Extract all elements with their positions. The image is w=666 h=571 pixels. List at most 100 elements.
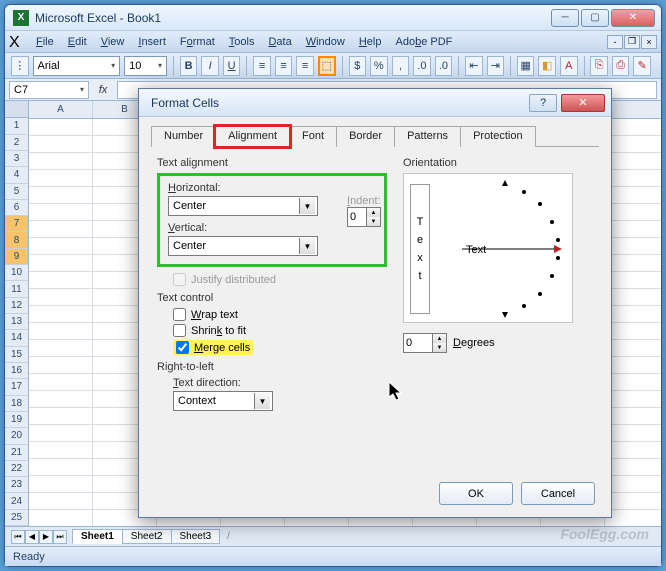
row-header[interactable]: 5 (5, 184, 28, 200)
orientation-arc[interactable]: Text (442, 180, 568, 318)
font-size-combo[interactable]: 10 ▾ (124, 56, 167, 76)
fill-color-button[interactable]: ◧ (538, 56, 556, 76)
horizontal-combo[interactable]: Center ▼ (168, 196, 318, 216)
menu-edit[interactable]: Edit (61, 34, 94, 50)
increase-decimal-button[interactable]: .0 (413, 56, 431, 76)
menu-data[interactable]: Data (261, 34, 298, 50)
decrease-decimal-button[interactable]: .0 (435, 56, 453, 76)
vertical-text-button[interactable]: T e x t (410, 184, 430, 314)
menu-view[interactable]: View (94, 34, 132, 50)
spin-down-icon[interactable]: ▼ (367, 217, 380, 226)
bold-button[interactable]: B (180, 56, 198, 76)
menu-adobe[interactable]: Adobe PDF (388, 34, 459, 50)
menu-format[interactable]: Format (173, 34, 222, 50)
decrease-indent-button[interactable]: ⇤ (465, 56, 483, 76)
increase-indent-button[interactable]: ⇥ (487, 56, 505, 76)
row-header[interactable]: 16 (5, 363, 28, 379)
tab-nav-prev[interactable]: ◀ (25, 530, 39, 544)
row-header[interactable]: 1 (5, 118, 28, 134)
vertical-combo[interactable]: Center ▼ (168, 236, 318, 256)
percent-button[interactable]: % (370, 56, 388, 76)
row-header[interactable]: 14 (5, 330, 28, 346)
row-header[interactable]: 2 (5, 135, 28, 151)
tab-number[interactable]: Number (151, 126, 216, 147)
indent-spinner[interactable]: 0 ▲▼ (347, 207, 381, 227)
row-header[interactable]: 18 (5, 396, 28, 412)
tab-border[interactable]: Border (336, 126, 395, 147)
maximize-button[interactable]: ▢ (581, 9, 609, 27)
spin-down-icon[interactable]: ▼ (433, 343, 446, 352)
menu-window[interactable]: Window (299, 34, 352, 50)
row-header[interactable]: 25 (5, 510, 28, 526)
sheet-tab[interactable]: Sheet3 (171, 529, 221, 544)
row-header[interactable]: 7 (5, 216, 28, 232)
align-center-button[interactable]: ≡ (275, 56, 293, 76)
tab-protection[interactable]: Protection (460, 126, 536, 147)
row-header[interactable]: 3 (5, 151, 28, 167)
merge-center-button[interactable]: ⬚ (318, 56, 336, 76)
orientation-widget[interactable]: T e x t (403, 173, 573, 323)
degrees-spinner[interactable]: 0 ▲▼ (403, 333, 447, 353)
menu-help[interactable]: Help (352, 34, 389, 50)
row-header[interactable]: 23 (5, 477, 28, 493)
name-box[interactable]: C7 ▾ (9, 81, 89, 99)
column-header[interactable]: A (29, 101, 93, 118)
sheet-tab[interactable]: Sheet2 (122, 529, 172, 544)
toolbar-handle-icon[interactable]: ⋮ (11, 56, 29, 76)
fx-button[interactable]: fx (93, 84, 113, 96)
menu-insert[interactable]: Insert (131, 34, 173, 50)
italic-button[interactable]: I (201, 56, 219, 76)
doc-close-button[interactable]: × (641, 35, 657, 49)
tab-nav-last[interactable]: ⏭ (53, 530, 67, 544)
row-header[interactable]: 10 (5, 265, 28, 281)
row-header[interactable]: 11 (5, 281, 28, 297)
cancel-button[interactable]: Cancel (521, 482, 595, 505)
row-header[interactable]: 15 (5, 347, 28, 363)
spin-up-icon[interactable]: ▲ (367, 208, 380, 217)
row-header[interactable]: 22 (5, 461, 28, 477)
align-right-button[interactable]: ≡ (296, 56, 314, 76)
menu-tools[interactable]: Tools (222, 34, 262, 50)
select-all-corner[interactable] (5, 101, 28, 118)
row-header[interactable]: 19 (5, 412, 28, 428)
sheet-tab[interactable]: Sheet1 (72, 529, 123, 544)
doc-restore-button[interactable]: ❐ (624, 35, 640, 49)
row-header[interactable]: 24 (5, 493, 28, 509)
dialog-close-button[interactable]: ✕ (561, 94, 605, 112)
tab-nav-next[interactable]: ▶ (39, 530, 53, 544)
row-header[interactable]: 12 (5, 298, 28, 314)
currency-button[interactable]: $ (349, 56, 367, 76)
underline-button[interactable]: U (223, 56, 241, 76)
doc-minimize-button[interactable]: - (607, 35, 623, 49)
font-name-combo[interactable]: Arial ▾ (33, 56, 121, 76)
font-color-button[interactable]: A (560, 56, 578, 76)
merge-cells-checkbox[interactable] (176, 341, 189, 354)
align-left-button[interactable]: ≡ (253, 56, 271, 76)
pdf-button-2[interactable]: ⎙ (612, 56, 630, 76)
tab-font[interactable]: Font (289, 126, 337, 147)
borders-button[interactable]: ▦ (517, 56, 535, 76)
row-header[interactable]: 20 (5, 428, 28, 444)
tab-patterns[interactable]: Patterns (394, 126, 461, 147)
row-header[interactable]: 13 (5, 314, 28, 330)
pdf-button-1[interactable]: ⎘ (590, 56, 608, 76)
tab-nav-first[interactable]: ⏮ (11, 530, 25, 544)
shrink-to-fit-checkbox[interactable] (173, 324, 186, 337)
text-direction-combo[interactable]: Context ▼ (173, 391, 273, 411)
row-header[interactable]: 17 (5, 379, 28, 395)
row-header[interactable]: 4 (5, 167, 28, 183)
spin-up-icon[interactable]: ▲ (433, 334, 446, 343)
wrap-text-checkbox[interactable] (173, 308, 186, 321)
row-header[interactable]: 21 (5, 445, 28, 461)
dialog-help-button[interactable]: ? (529, 94, 557, 112)
ok-button[interactable]: OK (439, 482, 513, 505)
row-header[interactable]: 9 (5, 249, 28, 265)
pdf-button-3[interactable]: ✎ (633, 56, 651, 76)
row-header[interactable]: 6 (5, 200, 28, 216)
row-header[interactable]: 8 (5, 232, 28, 248)
tab-alignment[interactable]: Alignment (215, 126, 290, 147)
comma-button[interactable]: , (392, 56, 410, 76)
menu-file[interactable]: File (29, 34, 61, 50)
close-button[interactable]: ✕ (611, 9, 655, 27)
minimize-button[interactable]: ─ (551, 9, 579, 27)
